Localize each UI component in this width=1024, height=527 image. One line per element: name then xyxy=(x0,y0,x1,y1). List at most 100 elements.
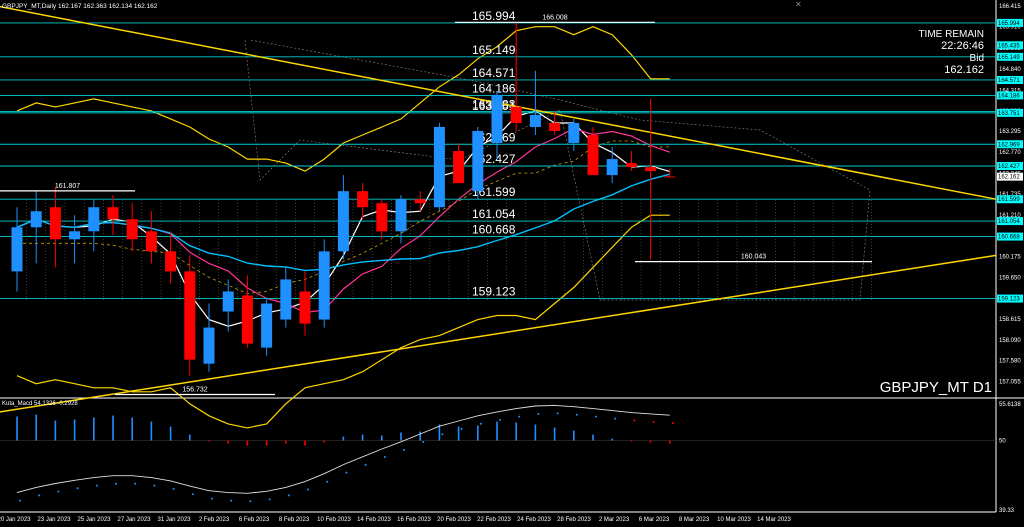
bull-candle xyxy=(203,327,215,364)
price-badge-label: 160.668 xyxy=(998,235,1020,241)
price-badge-label: 162.427 xyxy=(998,164,1020,170)
time-tick-label: 14 Feb 2023 xyxy=(357,517,391,523)
price-tick-label: 163.295 xyxy=(999,129,1021,135)
macd-signal-dot xyxy=(153,484,156,487)
macd-signal-dot xyxy=(57,490,60,493)
price-marker-label: 156.732 xyxy=(182,386,207,393)
bear-candle xyxy=(453,151,465,184)
macd-tick-label: 50 xyxy=(999,439,1006,445)
time-tick-label: 10 Mar 2023 xyxy=(717,517,751,523)
macd-signal-dot xyxy=(268,498,271,501)
bull-candle xyxy=(30,211,42,228)
window-close-icon[interactable]: ✕ xyxy=(795,0,802,9)
price-badge-label: 164.571 xyxy=(998,78,1020,84)
price-marker-label: 166.008 xyxy=(542,14,567,21)
bear-candle xyxy=(625,163,637,168)
macd-signal-dot xyxy=(191,493,194,496)
macd-signal-dot xyxy=(652,420,655,423)
bull-candle xyxy=(261,303,273,348)
time-tick-label: 20 Jan 2023 xyxy=(0,517,31,523)
time-tick-label: 6 Mar 2023 xyxy=(639,517,670,523)
price-marker-label: 160.043 xyxy=(741,254,766,261)
macd-signal-dot xyxy=(19,499,21,502)
level-label: 164.571 xyxy=(472,66,516,80)
price-badge-label: 164.186 xyxy=(998,93,1020,99)
macd-signal-dot xyxy=(345,471,348,474)
time-tick-label: 22 Feb 2023 xyxy=(477,517,511,523)
time-tick-label: 31 Jan 2023 xyxy=(157,517,191,523)
bull-candle xyxy=(433,126,445,208)
bull-candle xyxy=(88,207,100,232)
level-label: 161.054 xyxy=(472,207,516,221)
time-tick-label: 25 Jan 2023 xyxy=(77,517,111,523)
price-badge-label: 165.149 xyxy=(998,55,1020,61)
macd-signal-dot xyxy=(211,497,213,500)
level-label: 160.668 xyxy=(472,223,516,237)
macd-signal-dot xyxy=(633,419,636,422)
bid-label: Bid xyxy=(970,53,984,64)
price-tick-label: 159.650 xyxy=(999,275,1021,281)
bull-candle xyxy=(491,94,503,144)
bear-candle xyxy=(645,167,657,172)
macd-signal-dot xyxy=(614,417,617,420)
macd-signal-dot xyxy=(287,494,290,497)
bear-candle xyxy=(107,207,119,220)
bull-candle xyxy=(472,130,484,192)
bear-candle xyxy=(299,291,311,324)
macd-signal-dot xyxy=(364,463,367,466)
time-tick-label: 2 Feb 2023 xyxy=(199,517,230,523)
macd-signal-dot xyxy=(556,412,559,415)
bull-candle xyxy=(318,251,330,320)
price-tick-label: 158.090 xyxy=(999,338,1021,344)
macd-signal-dot xyxy=(134,482,137,485)
macd-tick-label: 39.33 xyxy=(999,508,1015,514)
macd-signal-dot xyxy=(95,484,98,487)
time-tick-label: 16 Feb 2023 xyxy=(397,517,431,523)
time-tick-label: 14 Mar 2023 xyxy=(757,517,791,523)
bear-candle xyxy=(376,203,388,232)
price-tick-label: 160.175 xyxy=(999,254,1021,260)
bear-candle xyxy=(664,176,676,178)
macd-tick-label: 55.6138 xyxy=(999,402,1021,408)
bear-candle xyxy=(587,134,599,176)
macd-signal-dot xyxy=(76,487,79,490)
bear-candle xyxy=(357,191,369,208)
time-remain-value: 22:26:46 xyxy=(941,40,984,52)
trading-chart[interactable]: 165.994165.149164.571164.186163.783163.7… xyxy=(0,0,1024,527)
price-badge-label: 163.751 xyxy=(998,111,1020,117)
time-tick-label: 23 Jan 2023 xyxy=(37,517,71,523)
bear-candle xyxy=(145,231,157,252)
bull-candle xyxy=(222,291,234,312)
level-label: 159.123 xyxy=(472,285,516,299)
macd-signal-dot xyxy=(479,422,482,425)
macd-title: Kuta_Macd 54.1326 -0.2928 xyxy=(2,401,78,407)
price-tick-label: 164.840 xyxy=(999,67,1021,73)
bear-candle xyxy=(184,271,196,360)
macd-signal-dot xyxy=(575,413,578,416)
time-tick-label: 28 Feb 2023 xyxy=(557,517,591,523)
price-tick-label: 158.615 xyxy=(999,317,1021,323)
macd-signal-dot xyxy=(115,482,117,485)
bull-candle xyxy=(529,114,541,127)
bear-candle xyxy=(510,106,522,123)
price-badge-label: 165.435 xyxy=(998,43,1020,49)
price-badge-label: 162.162 xyxy=(998,175,1020,181)
bid-value: 162.162 xyxy=(944,64,984,76)
time-tick-label: 24 Feb 2023 xyxy=(517,517,551,523)
macd-signal-dot xyxy=(422,441,425,444)
time-tick-label: 8 Feb 2023 xyxy=(279,517,310,523)
bear-candle xyxy=(126,219,138,240)
time-tick-label: 6 Feb 2023 xyxy=(239,517,270,523)
macd-signal-dot xyxy=(383,456,386,459)
symbol-timeframe-label: GBPJPY_MT D1 xyxy=(880,379,992,396)
price-marker-label: 161.807 xyxy=(55,183,80,190)
macd-signal-dot xyxy=(595,415,597,418)
price-tick-label: 162.770 xyxy=(999,150,1021,156)
macd-signal-dot xyxy=(518,415,521,418)
bear-candle xyxy=(241,295,253,344)
price-tick-label: 157.055 xyxy=(999,380,1021,386)
bull-candle xyxy=(280,279,292,320)
macd-signal-dot xyxy=(230,499,233,502)
bear-candle xyxy=(49,207,61,240)
bull-candle xyxy=(606,159,618,176)
